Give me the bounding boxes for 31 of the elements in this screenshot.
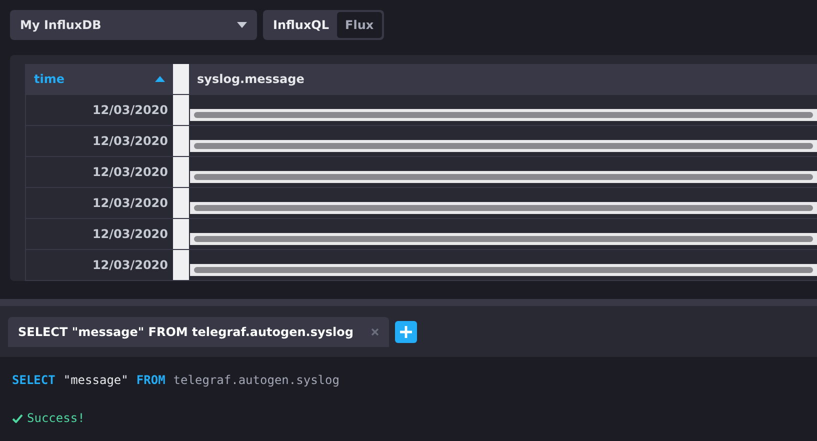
dropdown-value: My InfluxDB [20,18,102,32]
column-gutter [173,250,189,280]
close-icon[interactable] [371,328,380,336]
source-dropdown[interactable]: My InfluxDB [10,10,257,40]
horizontal-scrollbar[interactable] [190,109,817,121]
horizontal-scrollbar[interactable] [190,171,817,183]
query-token: FROM [136,373,166,387]
horizontal-scrollbar[interactable] [190,140,817,152]
column-gutter [173,188,189,218]
horizontal-scrollbar[interactable] [190,233,817,245]
column-gutter [173,64,189,94]
check-icon [12,414,23,422]
query-token: telegraf.autogen.syslog [173,373,340,387]
add-tab-button[interactable] [395,321,418,343]
column-gutter [173,126,189,156]
query-token: SELECT [12,373,56,387]
query-token: "message" [63,373,128,387]
column-header[interactable]: time [26,64,173,94]
sort-arrow-icon [155,76,165,82]
language-option[interactable]: Flux [337,12,382,38]
horizontal-scrollbar[interactable] [190,264,817,276]
status-message: Success! [27,411,85,425]
caret-icon [237,22,247,28]
query-tab[interactable]: SELECT "message" FROM telegraf.autogen.syslog [8,317,390,347]
column-header[interactable]: syslog.message [189,64,817,94]
horizontal-scrollbar[interactable] [190,202,817,214]
language-option[interactable]: InfluxQL [265,12,338,38]
column-gutter [173,219,189,249]
column-gutter [173,157,189,187]
column-gutter [173,95,189,125]
plus-icon [400,326,412,338]
